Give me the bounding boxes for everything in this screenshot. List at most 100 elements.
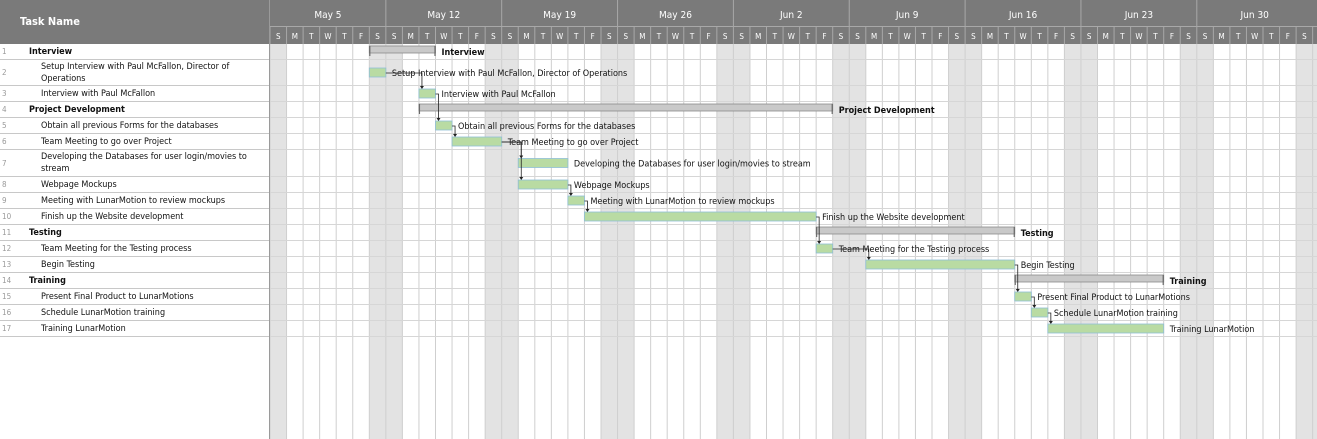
task-bar[interactable] xyxy=(865,259,1016,270)
summary-bar[interactable] xyxy=(1014,274,1165,283)
weekend-column xyxy=(501,44,519,439)
row-number: 17 xyxy=(2,324,12,333)
day-letter: T xyxy=(805,32,811,41)
dependency-arrowhead xyxy=(419,86,424,89)
day-letter: W xyxy=(324,32,331,41)
task-row[interactable]: 16 Schedule LunarMotion training xyxy=(0,305,269,321)
weekend-column xyxy=(617,44,635,439)
week-label: Jun 23 xyxy=(1124,10,1153,21)
gantt-chart-window: Task Name 1 Interview 2 Setup Interview wit… xyxy=(0,0,1317,439)
weekend-column xyxy=(385,44,403,439)
summary-task-row[interactable]: 14 Training xyxy=(0,273,269,289)
task-row[interactable]: 9 Meeting with LunarMotion to review mock… xyxy=(0,193,269,209)
task-bar[interactable] xyxy=(517,179,569,190)
task-bar[interactable] xyxy=(1047,323,1165,334)
task-name[interactable]: Team Meeting for the Testing process xyxy=(41,241,263,256)
summary-task-row[interactable]: 1 Interview xyxy=(0,44,269,60)
summary-bar-label: Project Development xyxy=(839,106,935,116)
task-name[interactable]: Obtain all previous Forms for the databa… xyxy=(41,118,263,133)
task-name[interactable]: Present Final Product to LunarMotions xyxy=(41,289,263,304)
day-letter: T xyxy=(341,32,347,41)
task-bar[interactable] xyxy=(567,195,585,206)
dependency-arrowhead xyxy=(519,177,524,180)
task-row[interactable]: 3 Interview with Paul McFallon xyxy=(0,86,269,102)
summary-bar[interactable] xyxy=(815,226,1016,235)
week-label: May 5 xyxy=(314,10,341,21)
task-bar[interactable] xyxy=(815,243,834,254)
task-row[interactable]: 7 Developing the Databases for user login… xyxy=(0,150,269,177)
dependency-arrowhead xyxy=(817,241,822,244)
day-letter: M xyxy=(987,32,993,41)
task-name[interactable]: Training xyxy=(29,273,264,288)
task-bar-label: Developing the Databases for user login/… xyxy=(574,160,811,170)
task-bar-label: Setup Interview with Paul McFallon, Dire… xyxy=(392,69,627,79)
dependency-arrowhead xyxy=(1048,321,1053,324)
summary-bar[interactable] xyxy=(368,45,436,54)
task-name[interactable]: Team Meeting to go over Project xyxy=(41,134,263,149)
task-bar[interactable] xyxy=(1030,307,1049,318)
task-bar[interactable] xyxy=(368,67,387,78)
day-letter: F xyxy=(591,32,595,41)
timeline-pane: May 5 May 12 May 19 May 26 Jun 2 Jun 9 Jun 16 J… xyxy=(269,0,1317,439)
task-row[interactable]: 17 Training LunarMotion xyxy=(0,321,269,337)
weekend-column xyxy=(1296,44,1313,439)
day-letter: T xyxy=(689,32,695,41)
task-row[interactable]: 6 Team Meeting to go over Project xyxy=(0,134,269,150)
task-name[interactable]: Developing the Databases for user login/… xyxy=(41,150,263,176)
task-name[interactable]: Setup Interview with Paul McFallon, Dire… xyxy=(41,60,263,85)
task-name[interactable]: Webpage Mockups xyxy=(41,177,263,192)
day-letter: F xyxy=(1054,32,1058,41)
task-bar[interactable] xyxy=(517,158,569,168)
row-number: 12 xyxy=(2,244,12,253)
task-bar[interactable] xyxy=(584,211,817,222)
day-letter: T xyxy=(424,32,430,41)
summary-task-row[interactable]: 4 Project Development xyxy=(0,102,269,118)
task-row[interactable]: 10 Finish up the Website development xyxy=(0,209,269,225)
task-name[interactable]: Testing xyxy=(29,225,264,240)
day-letter: S xyxy=(624,32,629,41)
day-letter: F xyxy=(938,32,942,41)
task-name[interactable]: Meeting with LunarMotion to review mocku… xyxy=(41,193,263,208)
day-letter: W xyxy=(1251,32,1258,41)
task-name[interactable]: Interview xyxy=(29,44,264,59)
day-letter: T xyxy=(656,32,662,41)
task-name[interactable]: Schedule LunarMotion training xyxy=(41,305,263,320)
day-letter: F xyxy=(822,32,826,41)
week-label: Jun 30 xyxy=(1240,10,1270,21)
day-letter: W xyxy=(904,32,911,41)
dependency-arrowhead xyxy=(453,134,458,137)
task-row[interactable]: 13 Begin Testing xyxy=(0,257,269,273)
day-letter: S xyxy=(508,32,513,41)
task-name[interactable]: Training LunarMotion xyxy=(41,321,263,336)
day-letter: T xyxy=(573,32,579,41)
day-letter: T xyxy=(540,32,546,41)
task-bar[interactable] xyxy=(418,88,436,99)
row-number: 7 xyxy=(2,158,7,168)
task-row[interactable]: 5 Obtain all previous Forms for the datab… xyxy=(0,118,269,134)
task-row[interactable]: 8 Webpage Mockups xyxy=(0,177,269,193)
weekend-column xyxy=(832,44,850,439)
day-letter: S xyxy=(1203,32,1208,41)
task-row[interactable]: 12 Team Meeting for the Testing process xyxy=(0,241,269,257)
task-bar[interactable] xyxy=(435,120,453,131)
task-name[interactable]: Project Development xyxy=(29,102,264,117)
row-number: 1 xyxy=(2,47,7,56)
summary-bar[interactable] xyxy=(418,103,834,112)
day-letter: W xyxy=(672,32,679,41)
day-letter: T xyxy=(887,32,893,41)
task-bar-label: Present Final Product to LunarMotions xyxy=(1037,293,1190,303)
task-name[interactable]: Begin Testing xyxy=(41,257,263,272)
day-letter: W xyxy=(788,32,795,41)
task-row[interactable]: 2 Setup Interview with Paul McFallon, Dir… xyxy=(0,60,269,86)
task-name-column-header[interactable]: Task Name xyxy=(0,0,269,44)
dependency-arrowhead xyxy=(1015,289,1020,292)
task-name[interactable]: Finish up the Website development xyxy=(41,209,263,224)
task-name[interactable]: Interview with Paul McFallon xyxy=(41,86,263,101)
task-bar[interactable] xyxy=(451,136,503,147)
day-letter: S xyxy=(723,32,728,41)
summary-task-row[interactable]: 11 Testing xyxy=(0,225,269,241)
day-letter: F xyxy=(707,32,711,41)
row-number: 5 xyxy=(2,121,7,130)
task-bar[interactable] xyxy=(1014,291,1032,302)
task-row[interactable]: 15 Present Final Product to LunarMotions xyxy=(0,289,269,305)
